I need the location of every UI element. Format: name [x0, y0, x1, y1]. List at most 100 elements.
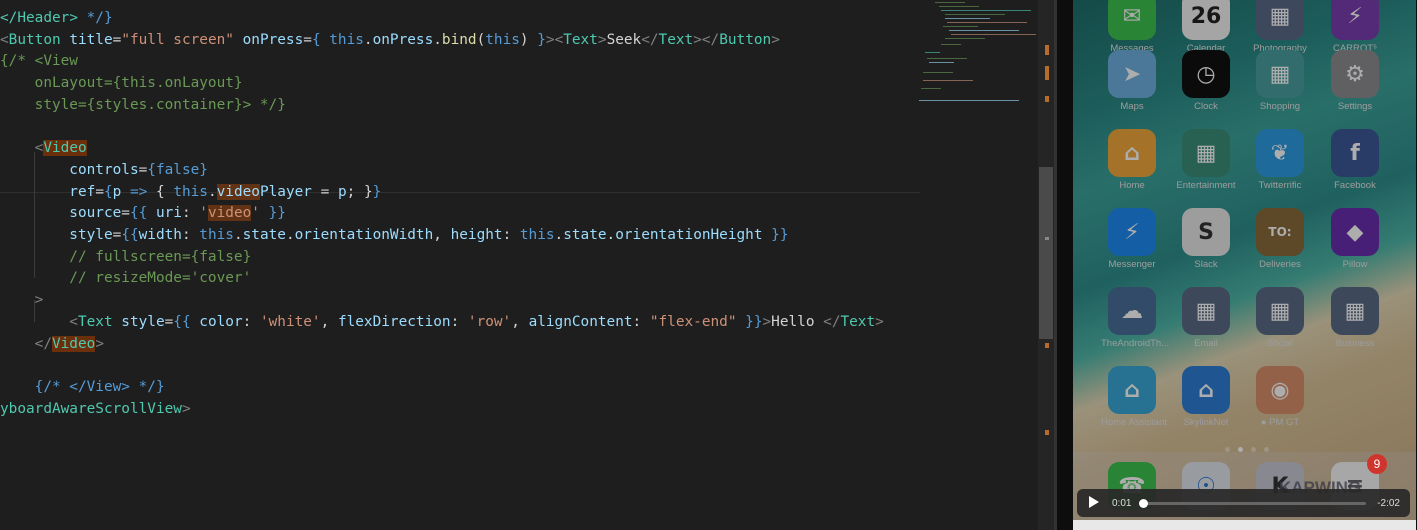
code-token: onPress: [233, 31, 304, 48]
code-token: ></: [693, 31, 720, 48]
code-token: >: [597, 31, 607, 48]
code-token: =>: [121, 183, 156, 200]
code-token: :: [242, 313, 260, 330]
code-token: Video: [51, 335, 96, 352]
code-token: 'row': [467, 313, 512, 330]
code-token: state: [563, 227, 607, 243]
code-line[interactable]: controls={false}: [0, 160, 208, 182]
code-token: .: [285, 227, 295, 243]
code-token: onPress: [372, 31, 434, 48]
code-line[interactable]: // fullscreen={false}: [0, 247, 251, 269]
code-token: ref: [0, 183, 96, 200]
code-token: }}: [762, 227, 789, 243]
minimap[interactable]: [915, 0, 1040, 530]
overview-ruler-mark: [1045, 237, 1049, 240]
code-token: </: [641, 31, 659, 48]
code-line[interactable]: yboardAwareScrollView>: [0, 399, 191, 421]
code-token: .: [433, 31, 442, 48]
code-line[interactable]: source={{ uri: 'video' }}: [0, 203, 286, 225]
progress-knob[interactable]: [1139, 499, 1149, 508]
code-line[interactable]: <Text style={{ color: 'white', flexDirec…: [0, 312, 884, 334]
code-token: height: [450, 227, 503, 243]
code-token: onLayout={this.onLayout}: [0, 75, 243, 92]
code-token: Button: [8, 31, 61, 48]
code-token: =: [112, 31, 122, 48]
code-line[interactable]: onLayout={this.onLayout}: [0, 73, 243, 95]
code-token: }: [363, 183, 373, 200]
code-token: {/* <View: [0, 53, 78, 70]
code-token: >: [95, 335, 104, 352]
code-token: video: [207, 205, 252, 222]
code-line[interactable]: </Video>: [0, 334, 104, 356]
code-line[interactable]: {/* <View: [0, 51, 78, 73]
code-token: </: [823, 313, 841, 330]
code-token: width: [138, 227, 182, 243]
code-token: flexDirection: [337, 313, 451, 330]
code-token: Text: [77, 313, 113, 330]
code-token: Player: [259, 183, 312, 200]
code-token: this: [485, 31, 520, 48]
code-line[interactable]: </Header> */}: [0, 8, 113, 30]
overview-ruler-mark: [1045, 96, 1049, 102]
code-token: style: [0, 227, 113, 243]
code-token: }}: [736, 313, 763, 330]
code-token: Text: [840, 313, 876, 330]
code-token: =: [311, 183, 338, 200]
code-token: :: [181, 205, 200, 222]
scrollbar-thumb[interactable]: [1039, 167, 1053, 339]
code-token: {{: [129, 205, 156, 222]
code-token: alignContent: [528, 313, 633, 330]
code-token: }: [372, 183, 382, 200]
bottom-strip: [1073, 520, 1416, 530]
code-line[interactable]: {/* </View> */}: [0, 377, 165, 399]
code-token: orientationHeight: [615, 227, 763, 243]
progress-track[interactable]: [1139, 499, 1366, 508]
video-player-controls[interactable]: 0:01 -2:02: [1077, 489, 1410, 517]
code-line[interactable]: ref={p => { this.videoPlayer = p; }}: [0, 182, 381, 204]
code-line[interactable]: style={{width: this.state.orientationWid…: [0, 225, 789, 247]
video-overlay-dim: [1073, 0, 1416, 530]
overview-ruler-mark: [1045, 66, 1049, 80]
code-token: "flex-end": [649, 313, 737, 330]
code-token: ,: [511, 313, 529, 330]
code-token: :: [450, 313, 468, 330]
code-token: source: [0, 205, 122, 222]
overview-ruler-mark: [1045, 45, 1049, 55]
code-line[interactable]: <Button title="full screen" onPress={ th…: [0, 30, 780, 52]
code-line[interactable]: <Video: [0, 138, 87, 160]
code-token: }: [537, 31, 546, 48]
code-token: >: [771, 31, 780, 48]
code-token: .: [554, 227, 564, 243]
code-token: ': [251, 205, 260, 222]
code-token: ): [519, 31, 538, 48]
code-token: Button: [719, 31, 772, 48]
code-token: }}: [259, 205, 286, 222]
code-token: {false}: [147, 161, 208, 178]
code-token: bind: [441, 31, 477, 48]
code-token: yboardAwareScrollView: [0, 400, 182, 417]
code-token: controls: [0, 161, 139, 178]
code-token: .: [606, 227, 616, 243]
code-token: Text: [658, 31, 694, 48]
code-line[interactable]: // resizeMode='cover': [0, 268, 251, 290]
code-token: this: [519, 227, 555, 243]
code-line[interactable]: >: [0, 290, 44, 312]
play-icon[interactable]: [1089, 496, 1099, 508]
code-token: =: [138, 161, 148, 178]
code-token: =: [303, 31, 312, 48]
code-token: ': [199, 205, 208, 222]
code-editor[interactable]: </Header> */} <Button title="full screen"…: [0, 0, 1040, 530]
code-token: ;: [346, 183, 364, 200]
code-token: {/* </View> */}: [0, 378, 165, 395]
code-token: color: [199, 313, 243, 330]
code-token: Seek: [606, 31, 642, 48]
code-token: ,: [433, 227, 451, 243]
code-token: (: [476, 31, 486, 48]
phone-screen[interactable]: ✉ Messages 26 Calendar ▦ Photography ⚡ CARROT⁵ ➤…: [1073, 0, 1416, 530]
code-line[interactable]: style={styles.container}> */}: [0, 95, 286, 117]
code-token: this: [173, 183, 208, 200]
code-token: </: [0, 335, 52, 352]
code-token: >: [69, 10, 87, 26]
code-token: Text: [563, 31, 598, 48]
code-token: video: [216, 183, 260, 200]
